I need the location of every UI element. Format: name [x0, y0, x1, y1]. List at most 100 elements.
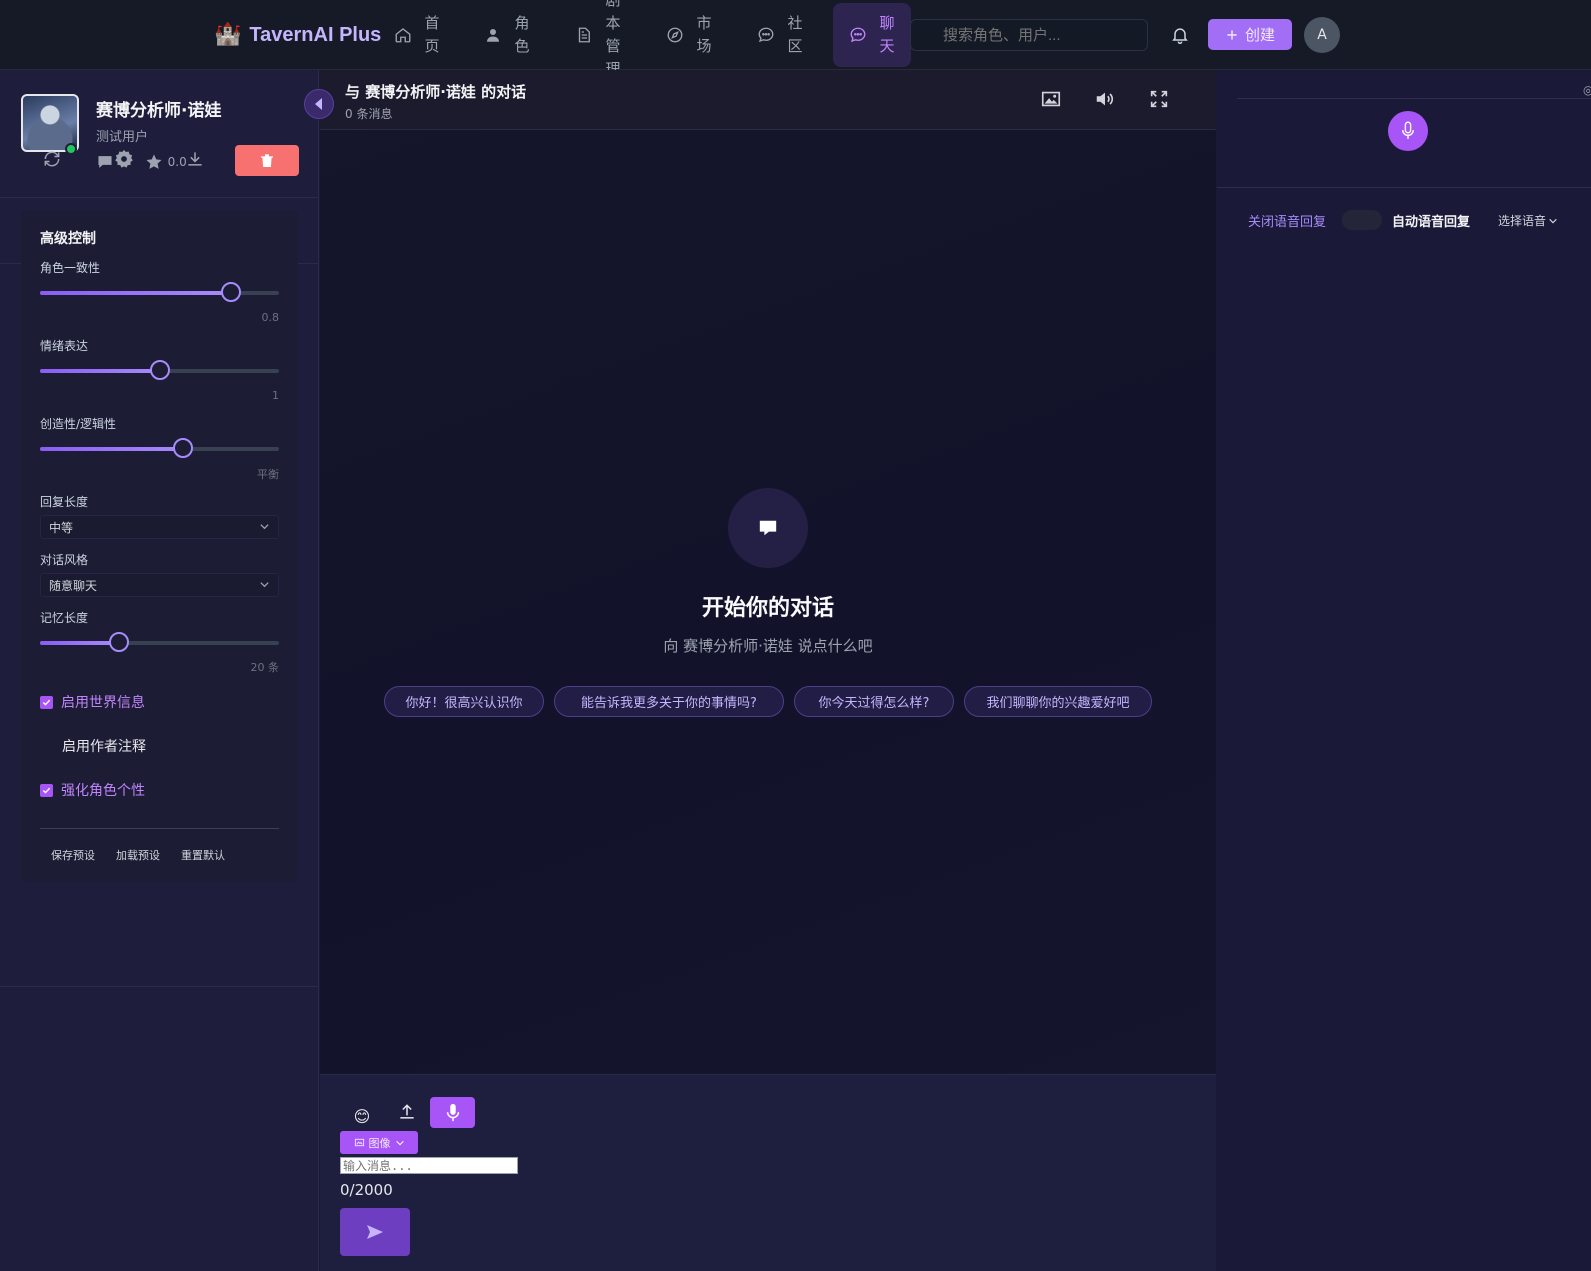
user-icon: [487, 29, 499, 42]
document-icon: [578, 27, 590, 43]
brand-name: TavernAI Plus: [249, 23, 382, 46]
reply-length-select[interactable]: 中等: [40, 515, 279, 539]
char-counter: 0/2000: [340, 1181, 393, 1199]
consistency-slider[interactable]: [40, 282, 279, 302]
emotion-slider[interactable]: [40, 360, 279, 380]
chevron-down-icon: [1549, 218, 1557, 223]
voice-input-button[interactable]: [430, 1097, 475, 1128]
image-icon[interactable]: [1040, 88, 1062, 110]
image-icon: [354, 1138, 364, 1147]
fullscreen-icon[interactable]: [1148, 88, 1170, 110]
user-avatar[interactable]: A: [1304, 17, 1340, 53]
gear-icon: [115, 149, 133, 168]
search-input[interactable]: [910, 19, 1148, 51]
image-mode-label: 图像: [368, 1136, 391, 1150]
nav-label-market: 市场: [696, 14, 712, 55]
send-button[interactable]: [340, 1208, 410, 1256]
divider: [0, 986, 319, 987]
nav-label-scripts: 剧本管理: [605, 0, 621, 78]
upload-icon: [400, 1104, 414, 1119]
personality-toggle[interactable]: 强化角色个性: [40, 780, 145, 800]
empty-state-icon: [728, 488, 808, 568]
divider: [40, 828, 279, 829]
checkbox-checked[interactable]: [40, 783, 53, 797]
suggestion-chip[interactable]: 我们聊聊你的兴趣爱好吧: [964, 686, 1152, 717]
upload-button[interactable]: [395, 1100, 419, 1124]
divider: [1237, 98, 1591, 99]
checkbox-checked[interactable]: [40, 695, 53, 709]
message-composer: 😊 图像 0/2000: [320, 1074, 1216, 1271]
download-icon: [188, 152, 202, 166]
creativity-label: 创造性/逻辑性: [40, 417, 117, 431]
suggestion-chip[interactable]: 能告诉我更多关于你的事情吗?: [554, 686, 784, 717]
compass-icon: [667, 27, 683, 43]
author-notes-toggle[interactable]: 启用作者注释: [40, 736, 146, 756]
reply-length-label: 回复长度: [40, 495, 89, 509]
voice-record-button[interactable]: [1388, 111, 1428, 151]
character-owner: 测试用户: [96, 130, 149, 145]
message-input[interactable]: [340, 1157, 518, 1174]
emoji-button[interactable]: 😊: [350, 1104, 374, 1128]
world-info-toggle[interactable]: 启用世界信息: [40, 692, 145, 712]
style-label: 对话风格: [40, 553, 89, 567]
close-voice-reply-button[interactable]: 关闭语音回复: [1248, 211, 1326, 230]
slider-thumb[interactable]: [173, 438, 194, 458]
nav-item-scripts[interactable]: 剧本管理: [575, 0, 621, 78]
brand-logo[interactable]: 🏰 TavernAI Plus: [214, 20, 381, 50]
personality-label: 强化角色个性: [61, 783, 145, 799]
create-button[interactable]: 创建: [1208, 19, 1292, 50]
export-button[interactable]: [180, 144, 210, 174]
select-voice-dropdown[interactable]: 选择语音: [1498, 212, 1558, 229]
collapse-sidebar-button[interactable]: [304, 89, 334, 119]
send-icon: [367, 1225, 383, 1239]
nav-item-community[interactable]: 社区: [757, 0, 803, 70]
consistency-label: 角色一致性: [40, 261, 101, 275]
nav-label-characters: 角色: [514, 14, 530, 55]
slider-thumb[interactable]: [149, 360, 170, 380]
save-preset-button[interactable]: 保存预设: [51, 847, 95, 863]
settings-edge-icon[interactable]: ◎: [1583, 84, 1591, 96]
memory-value: 20 条: [250, 661, 280, 674]
delete-chat-button[interactable]: [235, 145, 299, 176]
speaker-icon[interactable]: [1094, 88, 1116, 110]
plus-icon: [1227, 29, 1237, 40]
nav-item-chat[interactable]: 聊天: [833, 3, 911, 67]
microphone-icon: [1402, 121, 1414, 139]
style-select[interactable]: 随意聊天: [40, 573, 279, 597]
chat-bubble-icon: [759, 520, 777, 536]
check-icon: [42, 699, 51, 706]
memory-slider[interactable]: [40, 632, 279, 652]
slider-fill: [40, 369, 160, 373]
bell-icon[interactable]: [1170, 24, 1190, 46]
style-value: 随意聊天: [49, 579, 98, 593]
nav-label-home: 首页: [424, 14, 440, 55]
nav-item-characters[interactable]: 角色: [484, 0, 530, 70]
star-icon: [146, 154, 162, 169]
divider: [1217, 187, 1591, 188]
auto-voice-toggle[interactable]: [1342, 210, 1382, 230]
reply-length-value: 中等: [49, 521, 74, 535]
load-preset-button[interactable]: 加载预设: [116, 847, 160, 863]
suggestion-chip[interactable]: 你今天过得怎么样?: [794, 686, 954, 717]
image-mode-button[interactable]: 图像: [340, 1131, 418, 1154]
settings-button[interactable]: [109, 144, 139, 174]
select-voice-label: 选择语音: [1498, 214, 1547, 228]
consistency-value: 0.8: [261, 311, 280, 324]
author-notes-label: 启用作者注释: [62, 739, 146, 755]
slider-thumb[interactable]: [108, 632, 129, 652]
nav-label-chat: 聊天: [879, 14, 895, 55]
nav-item-home[interactable]: 首页: [394, 0, 440, 70]
creativity-slider[interactable]: [40, 438, 279, 458]
message-count: 0 条消息: [345, 107, 393, 121]
suggestion-chip[interactable]: 你好！很高兴认识你: [384, 686, 544, 717]
castle-icon: 🏰: [214, 22, 242, 47]
slider-thumb[interactable]: [221, 282, 242, 302]
character-header: 赛博分析师·诺娃 测试用户 0 0.0: [0, 70, 319, 198]
regenerate-button[interactable]: [37, 144, 67, 174]
chat-bubble-icon: [850, 27, 866, 43]
chat-area: 与 赛博分析师·诺娃 的对话 0 条消息 开始你的对话 向 赛博分析师·诺娃 说…: [320, 70, 1216, 1271]
slider-fill: [40, 447, 184, 451]
nav-item-market[interactable]: 市场: [666, 0, 712, 70]
reset-default-button[interactable]: 重置默认: [181, 847, 225, 863]
advanced-controls-panel: 高级控制 角色一致性 0.8 情绪表达 1 创造性/逻辑性 平衡 回复长度 中等…: [21, 210, 298, 882]
